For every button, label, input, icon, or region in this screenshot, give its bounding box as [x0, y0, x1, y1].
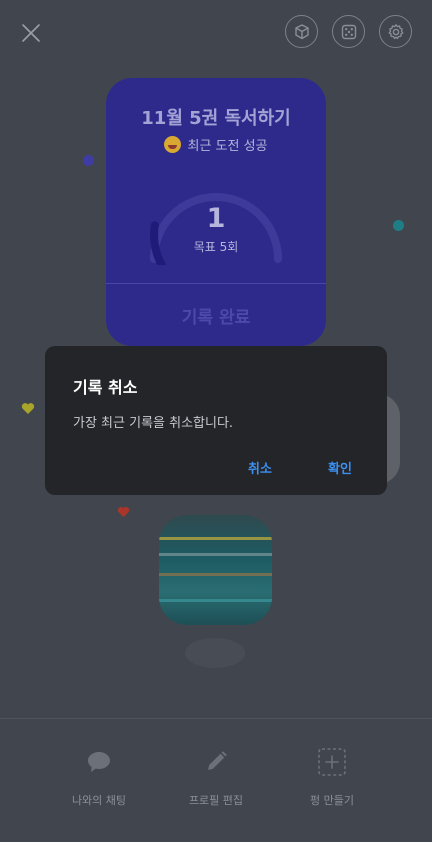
challenge-status-label: 최근 도전 성공 — [187, 139, 268, 154]
challenge-status: 최근 도전 성공 — [106, 135, 326, 154]
dice-icon — [341, 24, 356, 39]
challenge-card[interactable]: 11월 5권 독서하기 최근 도전 성공 1 목표 5회 기록 완료 — [106, 78, 326, 346]
bottom-divider — [0, 718, 432, 719]
cancel-record-dialog: 기록 취소 가장 최근 기록을 취소합니다. 취소 확인 — [45, 346, 387, 495]
dialog-message: 가장 최근 기록을 취소합니다. — [73, 416, 234, 431]
top-bar — [0, 0, 432, 64]
nav-label: 나와의 채팅 — [71, 794, 127, 807]
gear-icon — [388, 23, 403, 39]
nav-label: 펑 만들기 — [310, 794, 354, 807]
decor-dot-blue — [83, 155, 94, 166]
goal-label: 목표 5회 — [193, 240, 239, 254]
record-count: 1 — [206, 203, 226, 234]
nav-create[interactable]: 펑 만들기 — [277, 746, 387, 808]
dialog-cancel-button[interactable]: 취소 — [248, 458, 272, 477]
decor-heart-icon — [21, 400, 35, 419]
chat-bubble-icon — [83, 746, 115, 778]
nav-edit-profile[interactable]: 프로필 편집 — [161, 746, 271, 808]
profile-photo[interactable] — [159, 515, 272, 625]
close-icon — [22, 24, 40, 42]
challenge-title: 11월 5권 독서하기 — [141, 108, 291, 129]
dice-button[interactable] — [332, 15, 365, 48]
pencil-icon — [200, 746, 232, 778]
close-button[interactable] — [16, 18, 46, 48]
photo-shadow — [185, 638, 245, 668]
nav-label: 프로필 편집 — [188, 794, 244, 807]
emoji-icon — [164, 136, 182, 153]
record-complete-button[interactable]: 기록 완료 — [106, 303, 326, 328]
cube-icon — [294, 23, 309, 39]
settings-button[interactable] — [379, 15, 412, 48]
decor-heart-icon — [117, 503, 130, 522]
cube-button[interactable] — [285, 15, 318, 48]
add-square-icon — [316, 746, 348, 778]
dialog-confirm-button[interactable]: 확인 — [328, 458, 352, 477]
card-divider — [106, 283, 326, 284]
dialog-title: 기록 취소 — [73, 378, 138, 397]
nav-my-chat[interactable]: 나와의 채팅 — [44, 746, 154, 808]
decor-dot-teal — [393, 220, 404, 231]
